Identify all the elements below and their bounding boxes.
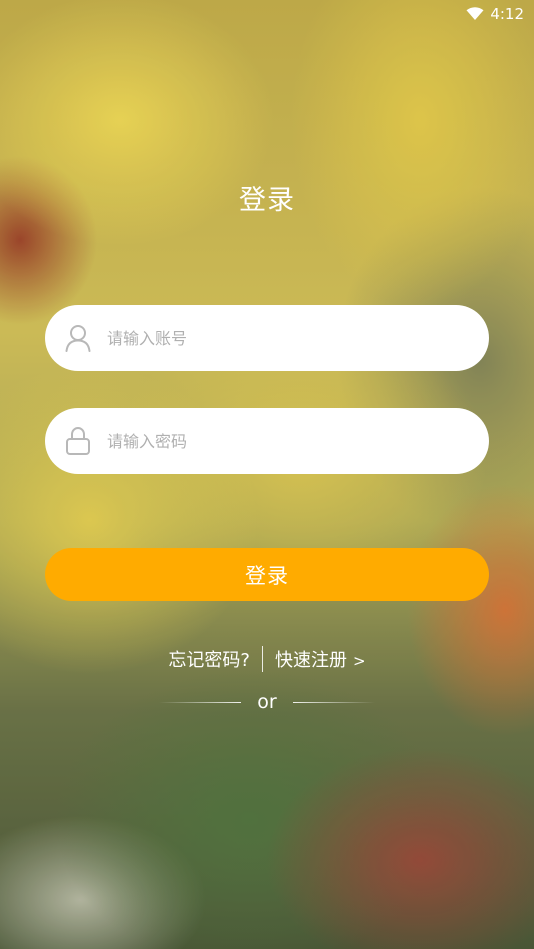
password-field[interactable] <box>45 408 489 474</box>
register-link[interactable]: 快速注册 > <box>275 646 366 672</box>
separator-line-left <box>159 701 242 703</box>
forgot-password-link[interactable]: 忘记密码? <box>168 646 250 672</box>
register-label: 快速注册 <box>274 650 347 671</box>
password-input[interactable] <box>105 420 469 462</box>
background-veil <box>0 0 534 949</box>
status-bar: 4:12 <box>0 0 534 30</box>
or-separator: or <box>0 688 534 716</box>
account-input[interactable] <box>105 317 469 359</box>
page-title: 登录 <box>239 185 295 216</box>
separator-line-right <box>292 701 375 703</box>
chevron-right-icon: > <box>352 652 366 670</box>
user-icon <box>65 323 91 353</box>
links-row: 忘记密码? 快速注册 > <box>0 644 534 674</box>
account-field[interactable] <box>45 305 489 371</box>
status-time: 4:12 <box>490 5 524 23</box>
links-divider <box>261 646 263 672</box>
or-text: or <box>257 691 277 713</box>
lock-icon <box>65 426 91 456</box>
wifi-icon <box>466 7 484 20</box>
login-button[interactable]: 登录 <box>45 548 489 601</box>
